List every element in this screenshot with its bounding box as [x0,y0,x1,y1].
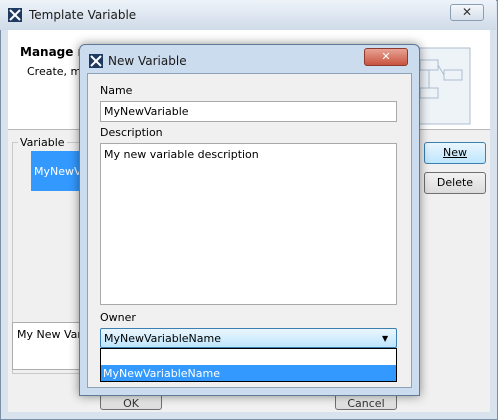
template-variable-title: Template Variable [29,8,137,22]
app-icon [89,54,103,68]
chevron-down-icon[interactable]: ▼ [382,334,388,343]
owner-dropdown[interactable]: MyNewVariableName [100,328,397,348]
new-variable-title: New Variable [108,54,187,68]
description-label: Description [100,126,163,139]
new-button[interactable]: New [424,142,486,164]
owner-option-empty[interactable] [101,349,396,364]
name-field[interactable]: MyNewVariable [100,101,397,122]
close-button[interactable]: ✕ [450,4,484,21]
app-icon [8,8,22,22]
name-label: Name [100,84,133,97]
owner-label: Owner [100,311,136,324]
cancel-button[interactable]: Cancel [335,394,397,410]
dialog-close-button[interactable]: ✕ [364,48,408,66]
description-field[interactable]: My new variable description [100,143,397,305]
delete-button[interactable]: Delete [424,172,486,194]
owner-option[interactable]: MyNewVariableName [101,365,396,381]
variable-list-item[interactable]: MyNewVaria [31,151,86,191]
variable-group-label: Variable [18,136,67,149]
ok-button[interactable]: OK [100,394,162,410]
